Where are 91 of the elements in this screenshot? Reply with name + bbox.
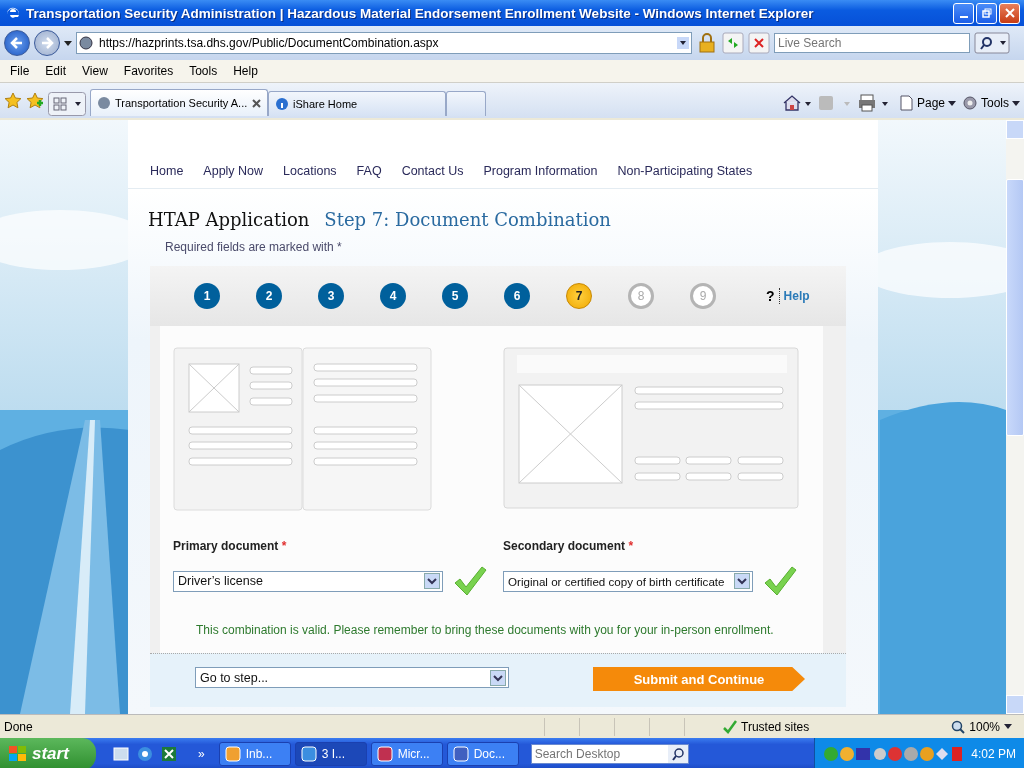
taskbar-button[interactable]: Inb... — [218, 742, 291, 766]
close-icon — [1004, 8, 1015, 18]
address-field[interactable]: https://hazprints.tsa.dhs.gov/Public/DocumentCombination.aspx — [76, 32, 692, 54]
field-label: Primary document — [173, 539, 279, 553]
seal-icon — [97, 96, 111, 110]
document-select[interactable]: Original or certified copy of birth certificate — [503, 570, 753, 592]
security-zone: Trusted sites — [719, 719, 873, 734]
menu-item[interactable]: File — [2, 62, 38, 80]
app-icon — [300, 746, 317, 762]
app-icon — [224, 746, 241, 762]
zoom-icon — [951, 719, 966, 734]
desktop-search-box[interactable]: Search Desktop — [530, 744, 689, 764]
arrow-right-icon — [40, 36, 54, 50]
clock: 4:02 PM — [971, 747, 1016, 761]
forward-button[interactable] — [34, 30, 60, 56]
close-icon[interactable] — [252, 98, 261, 108]
required-mark: * — [281, 539, 287, 553]
help-link[interactable]: Help — [783, 289, 810, 303]
stop-icon[interactable] — [748, 32, 770, 54]
nav-link[interactable]: Apply Now — [203, 164, 264, 178]
step-select[interactable]: Go to step... — [195, 667, 509, 688]
spreadsheet-icon[interactable] — [160, 745, 178, 763]
command-button[interactable]: Tools — [962, 95, 1020, 111]
app-icon — [376, 746, 393, 762]
desktop-icon[interactable] — [112, 745, 130, 763]
search-icon[interactable] — [974, 32, 1010, 54]
document-select[interactable]: Driver’s license — [173, 570, 443, 592]
step-indicator[interactable]: 3 — [318, 283, 344, 309]
menu-item[interactable]: Tools — [181, 62, 226, 80]
status-text: Done — [4, 719, 34, 734]
menu-item[interactable]: Help — [225, 62, 266, 80]
taskbar-button[interactable]: Micr... — [370, 742, 443, 766]
check-icon — [723, 719, 737, 734]
nav-link[interactable]: Non-Participating States — [617, 164, 753, 178]
field-label: Secondary document — [503, 539, 626, 553]
nav-link[interactable]: Home — [150, 164, 184, 178]
menu-item[interactable]: Edit — [37, 62, 75, 80]
arrow-left-icon — [10, 36, 24, 50]
required-note: Required fields are marked with * — [164, 239, 343, 254]
add-favorite-icon[interactable] — [26, 92, 44, 110]
restore-icon — [981, 8, 992, 18]
seal-icon — [79, 36, 93, 50]
help-mark: ? — [766, 288, 780, 304]
star-icon[interactable] — [4, 92, 22, 110]
page-title: HTAP Application — [148, 209, 310, 230]
step-title: Step 7: Document Combination — [324, 209, 611, 230]
back-button[interactable] — [4, 30, 30, 56]
windows-logo-icon — [8, 745, 28, 763]
more-chevron[interactable]: » — [198, 747, 205, 761]
refresh-icon[interactable] — [722, 32, 744, 54]
taskbar-button[interactable]: Doc... — [446, 742, 519, 766]
nav-link[interactable]: Locations — [283, 164, 337, 178]
menu-item[interactable]: View — [74, 62, 116, 80]
step-indicator[interactable]: 7 — [566, 283, 592, 309]
quick-tabs-icon[interactable] — [48, 92, 86, 116]
zoom-control[interactable]: 100% — [951, 719, 1012, 734]
browser-icon[interactable] — [136, 745, 154, 763]
step-indicator[interactable]: 4 — [380, 283, 406, 309]
search-field[interactable]: Live Search — [774, 33, 970, 53]
step-indicator[interactable]: 6 — [504, 283, 530, 309]
taskbar-button[interactable]: 3 I... — [294, 742, 367, 766]
menu-item[interactable]: Favorites — [115, 62, 182, 80]
step-indicator[interactable]: 1 — [194, 283, 220, 309]
restore-button[interactable] — [976, 2, 997, 24]
caret-icon — [1004, 724, 1012, 729]
nav-link[interactable]: Contact Us — [401, 164, 464, 178]
minimize-button[interactable] — [953, 2, 974, 24]
caret-icon — [948, 100, 956, 106]
browser-tab[interactable]: iShare Home — [268, 91, 446, 116]
caret-icon[interactable] — [64, 40, 72, 46]
step-indicator[interactable]: 2 — [256, 283, 282, 309]
gear-icon — [962, 95, 978, 111]
scrollbar[interactable] — [1006, 120, 1024, 714]
tray-icons-drawing[interactable] — [823, 745, 964, 763]
home-icon[interactable] — [781, 94, 812, 112]
step-indicator[interactable]: 5 — [442, 283, 468, 309]
lock-icon[interactable] — [696, 32, 718, 54]
browser-tab[interactable]: Transportation Security A... — [90, 89, 268, 116]
close-button[interactable] — [999, 2, 1020, 24]
command-button[interactable]: Page — [897, 95, 956, 111]
minimize-icon — [959, 15, 968, 18]
search-icon[interactable] — [667, 745, 688, 763]
required-mark: * — [628, 539, 634, 553]
caret-icon — [1012, 100, 1020, 106]
validation-message: This combination is valid. Please remember to bring these documents with you for your in-person enrollment. — [196, 623, 775, 637]
page-icon — [897, 95, 914, 111]
info-icon — [275, 97, 289, 111]
window-title: Transportation Security Administration | Hazardous Material Endorsement Enrollment Website - Windows Internet Explorer — [26, 5, 815, 21]
app-icon — [452, 746, 469, 762]
nav-link[interactable]: Program Information — [483, 164, 598, 178]
nav-link[interactable]: FAQ — [356, 164, 382, 178]
